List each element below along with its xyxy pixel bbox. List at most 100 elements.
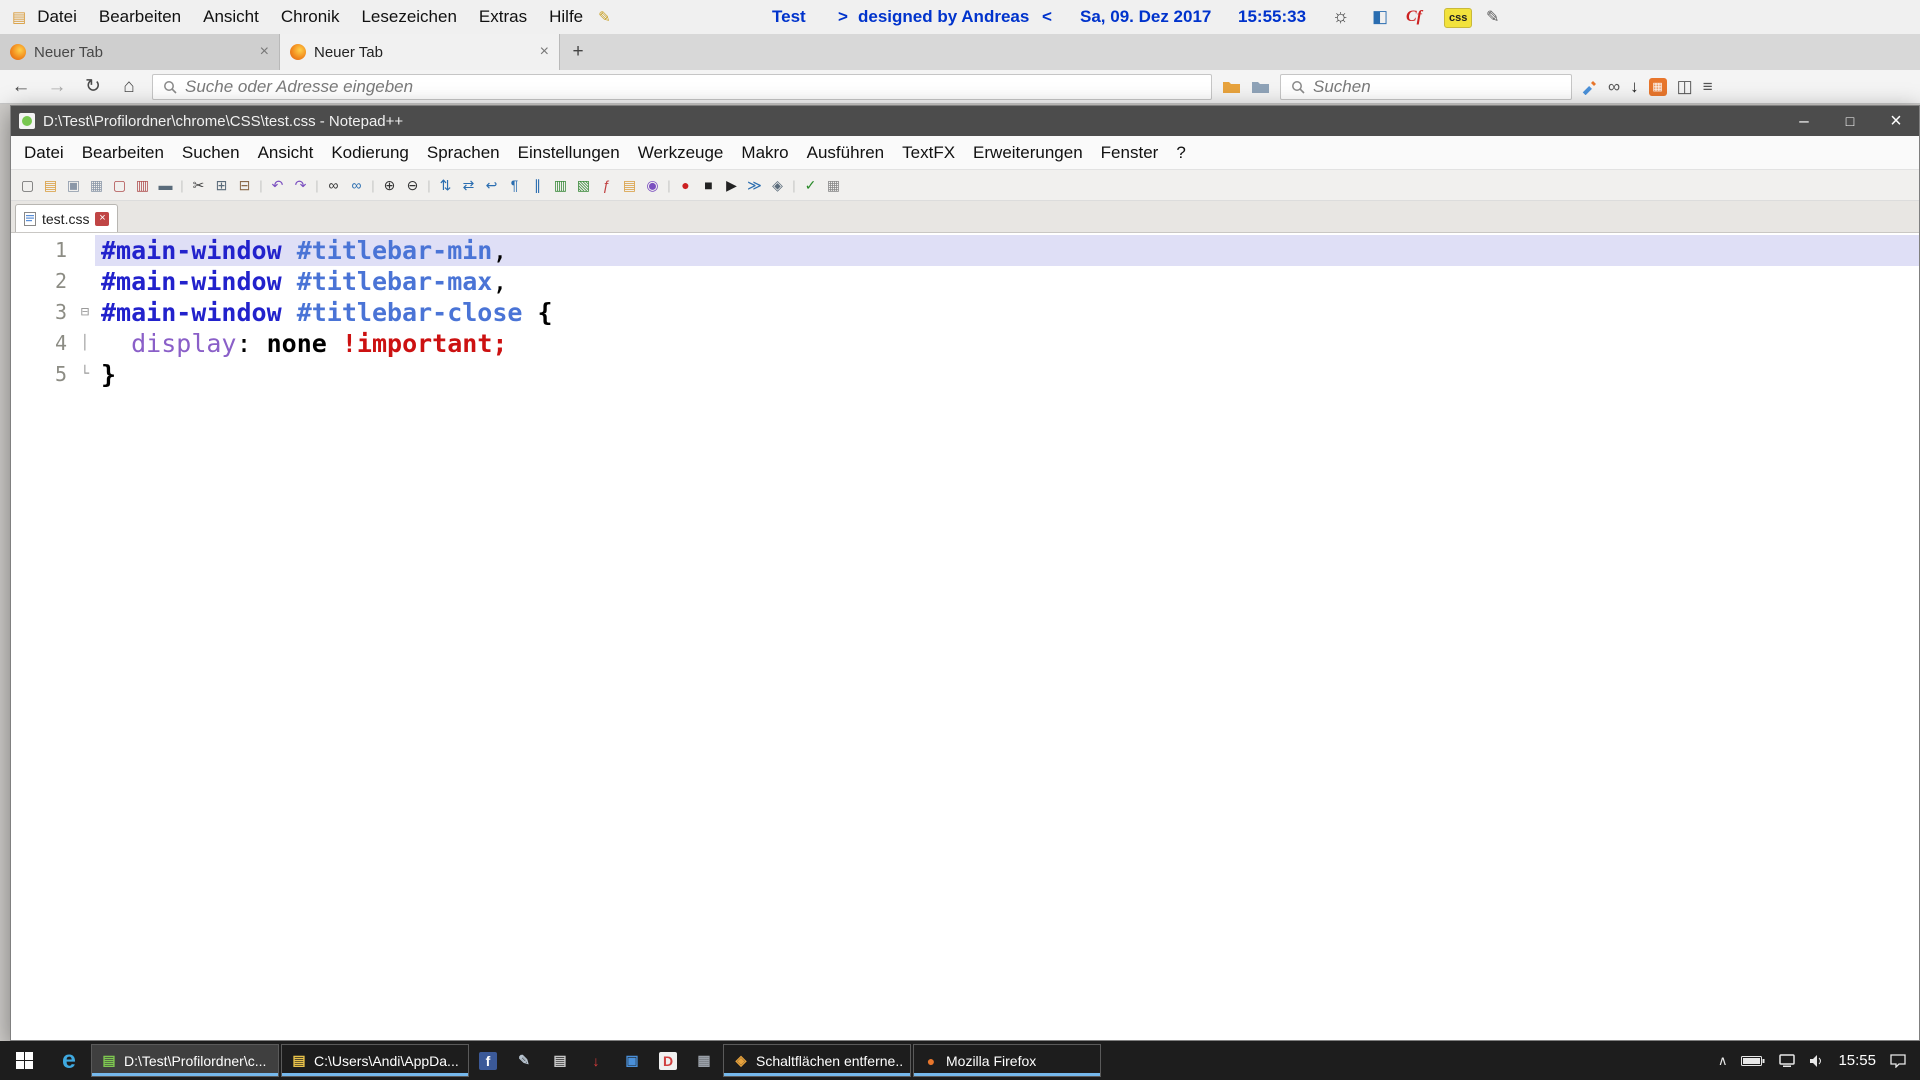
notepad-menu-item[interactable]: Datei [15,143,73,163]
start-button[interactable] [0,1041,48,1080]
notepad-menu-item[interactable]: Bearbeiten [73,143,173,163]
code-line[interactable]: 2#main-window #titlebar-max, [11,266,1919,297]
notes-addon-icon[interactable]: ✎ [1486,0,1499,34]
highlighter-icon[interactable] [1582,79,1598,95]
speaker-icon[interactable] [1809,1054,1824,1068]
taskbar-pen-icon[interactable]: ✎ [507,1044,541,1077]
notepad-menu-item[interactable]: Sprachen [418,143,509,163]
grid-badge-icon[interactable]: ▦ [1649,78,1667,96]
close-file-icon[interactable]: ▢ [109,175,130,196]
document-close-icon[interactable]: × [95,212,109,226]
new-tab-button[interactable]: + [560,34,596,70]
notepad-menu-item[interactable]: Ausführen [798,143,894,163]
library-icon[interactable]: ◫ [1677,77,1693,97]
network-icon[interactable] [1779,1054,1795,1068]
document-map-icon[interactable]: ▧ [573,175,594,196]
user-language-icon[interactable]: ▥ [550,175,571,196]
reload-button[interactable]: ↻ [80,75,106,98]
minimize-button[interactable]: – [1781,106,1827,136]
cf-addon-icon[interactable]: Cf [1406,0,1422,34]
downloads-folder-icon[interactable] [1251,79,1270,94]
tab-close-icon[interactable]: × [540,43,549,61]
browser-tab-active[interactable]: Neuer Tab × [280,34,560,70]
stop-macro-icon[interactable]: ■ [698,175,719,196]
gear-icon[interactable]: ☼ [1332,0,1349,34]
copy-icon[interactable]: ⊞ [211,175,232,196]
firefox-menu-item[interactable]: Lesezeichen [350,0,467,34]
find-icon[interactable]: ∞ [323,175,344,196]
run-multiple-icon[interactable]: ≫ [744,175,765,196]
close-all-icon[interactable]: ▥ [132,175,153,196]
notepad-menu-item[interactable]: Ansicht [249,143,323,163]
taskbar-d-icon[interactable]: D [651,1044,685,1077]
download-icon[interactable]: ↓ [1630,77,1639,97]
replace-icon[interactable]: ∞ [346,175,367,196]
search-bar[interactable]: Suchen [1280,74,1572,100]
record-macro-icon[interactable]: ● [675,175,696,196]
firefox-menu-item[interactable]: Ansicht [192,0,270,34]
undo-icon[interactable]: ↶ [267,175,288,196]
firefox-menu-item[interactable]: Chronik [270,0,351,34]
home-button[interactable]: ⌂ [116,76,142,98]
paste-icon[interactable]: ⊟ [234,175,255,196]
fold-marker-icon[interactable]: └ [75,359,95,390]
battery-icon[interactable] [1741,1055,1765,1067]
maximize-button[interactable]: □ [1827,106,1873,136]
code-line[interactable]: 1#main-window #titlebar-min, [11,235,1919,266]
browser-tab[interactable]: Neuer Tab × [0,34,280,70]
sidebar-toggle-icon[interactable]: ◧ [1372,0,1388,34]
play-macro-icon[interactable]: ▶ [721,175,742,196]
shortcuts-icon[interactable]: ▦ [823,175,844,196]
function-list-icon[interactable]: ƒ [596,175,617,196]
code-line[interactable]: 3⊟#main-window #titlebar-close { [11,297,1919,328]
save-macro-icon[interactable]: ◈ [767,175,788,196]
bookmarks-folder-icon[interactable] [1222,79,1241,94]
infinity-icon[interactable]: ∞ [1608,77,1620,97]
firefox-menu-item[interactable]: Extras [468,0,538,34]
print-icon[interactable]: ▬ [155,175,176,196]
forward-button[interactable]: → [44,76,70,98]
save-icon[interactable]: ▣ [63,175,84,196]
notepad-menu-item[interactable]: TextFX [893,143,964,163]
cut-icon[interactable]: ✂ [188,175,209,196]
tray-expand-icon[interactable]: ∧ [1718,1053,1728,1069]
back-button[interactable]: ← [8,76,34,98]
firefox-menu-item[interactable]: Hilfe [538,0,594,34]
edge-icon[interactable]: e [48,1041,90,1080]
notepad-titlebar[interactable]: D:\Test\Profilordner\chrome\CSS\test.css… [11,106,1919,136]
document-tab-active[interactable]: test.css × [15,204,118,232]
notepad-menu-item[interactable]: ? [1167,143,1194,163]
notepad-menu-item[interactable]: Erweiterungen [964,143,1092,163]
folder-workspace-icon[interactable]: ▤ [619,175,640,196]
notepad-menu-item[interactable]: Makro [732,143,797,163]
taskbar-facebook-icon[interactable]: f [471,1044,505,1077]
code-editor[interactable]: 1#main-window #titlebar-min,2#main-windo… [11,233,1919,1040]
new-file-icon[interactable]: ▢ [17,175,38,196]
notepad-menu-item[interactable]: Kodierung [322,143,418,163]
taskbar-photos-icon[interactable]: ▣ [615,1044,649,1077]
notepad-menu-item[interactable]: Werkzeuge [629,143,733,163]
sync-horizontal-icon[interactable]: ⇄ [458,175,479,196]
css-addon-badge[interactable]: css [1444,8,1472,28]
action-center-icon[interactable] [1890,1054,1906,1068]
notepad-menu-item[interactable]: Einstellungen [509,143,629,163]
zoom-out-icon[interactable]: ⊖ [402,175,423,196]
fold-marker-icon[interactable]: ⊟ [75,297,95,328]
close-button[interactable]: × [1873,106,1919,136]
taskbar-printer-icon[interactable]: ▦ [687,1044,721,1077]
url-bar[interactable]: Suche oder Adresse eingeben [152,74,1212,100]
monitoring-icon[interactable]: ◉ [642,175,663,196]
taskbar-download-icon[interactable]: ↓ [579,1044,613,1077]
tab-close-icon[interactable]: × [260,43,269,61]
word-wrap-icon[interactable]: ↩ [481,175,502,196]
sync-vertical-icon[interactable]: ⇅ [435,175,456,196]
show-symbols-icon[interactable]: ¶ [504,175,525,196]
notepad-menu-item[interactable]: Suchen [173,143,249,163]
clock[interactable]: 15:55 [1838,1052,1876,1069]
firefox-menu-item[interactable]: Bearbeiten [88,0,192,34]
code-line[interactable]: 5└} [11,359,1919,390]
notepad-menu-item[interactable]: Fenster [1092,143,1168,163]
redo-icon[interactable]: ↷ [290,175,311,196]
spellcheck-icon[interactable]: ✓ [800,175,821,196]
taskbar-dialog-window[interactable]: ◈ Schaltflächen entferne... [723,1044,911,1077]
